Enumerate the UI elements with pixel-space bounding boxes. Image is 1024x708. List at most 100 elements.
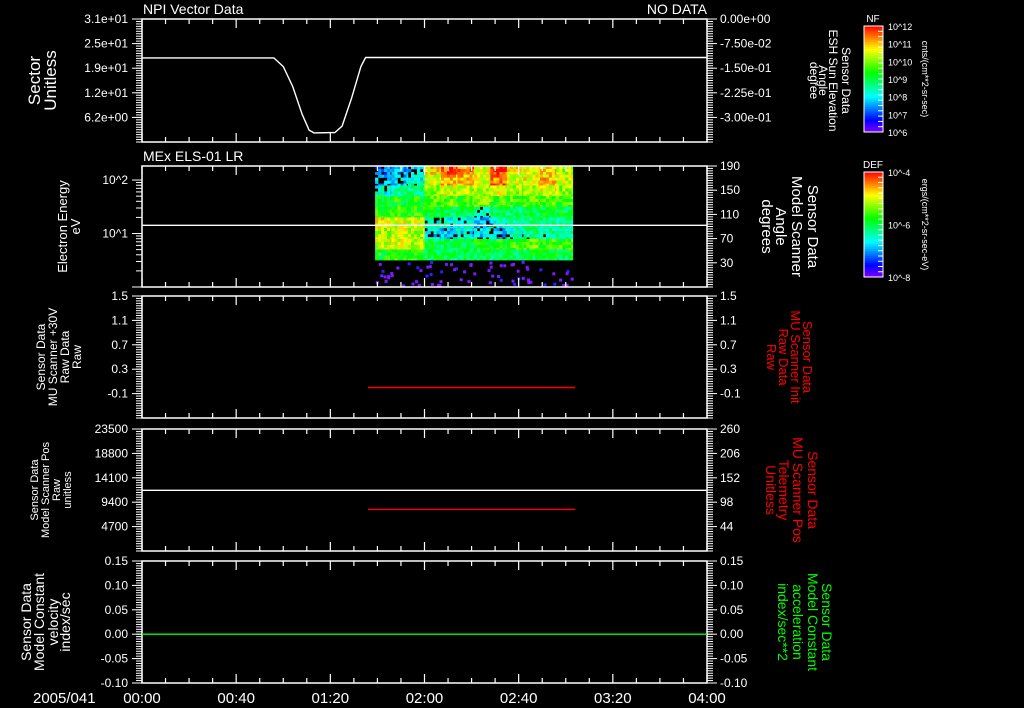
right-axis-tick-label: -7.50e-02 [720, 37, 772, 51]
spectrogram-cell [490, 249, 494, 253]
spectrogram-cell [496, 241, 500, 246]
spectrogram-cell [548, 244, 553, 249]
spectrogram-cell [490, 185, 494, 189]
spectrogram-cell [430, 209, 434, 214]
spectrogram-cell [466, 174, 470, 178]
spectrogram-cell [453, 217, 457, 221]
spectrogram-cell [506, 220, 511, 224]
spectrogram-cell [562, 241, 566, 246]
spectrogram-cell [515, 188, 520, 192]
spectrogram-cell [384, 231, 388, 235]
spectrogram-cell [562, 228, 566, 232]
spectrogram-cell [473, 191, 478, 195]
spectrogram-cell [444, 177, 448, 181]
spectrogram-cell [447, 185, 451, 189]
right-axis-label: Model Constant [805, 573, 821, 671]
spectrogram-cell [496, 199, 500, 203]
spectrogram-cell [441, 212, 445, 217]
spectrogram-cell [397, 185, 401, 189]
spectrogram-cell [535, 180, 539, 184]
spectrogram-cell [551, 185, 556, 189]
spectrogram-cell [479, 228, 484, 232]
spectrogram-cell [565, 234, 569, 238]
spectrogram-cell [457, 183, 461, 186]
spectrogram-cell [391, 241, 395, 246]
spectrogram-cell [545, 196, 550, 200]
spectrogram-cell [476, 180, 481, 184]
spectrogram-cell [453, 206, 457, 211]
spectrogram-cell [381, 206, 385, 211]
spectrogram-cell [565, 237, 569, 240]
spectrogram-cell [391, 185, 395, 189]
spectrogram-cell [444, 252, 448, 256]
spectrogram-cell [414, 217, 418, 221]
spectrogram-cell [469, 183, 473, 186]
spectrogram-cell [441, 205, 445, 207]
spectrogram-cell [387, 252, 391, 256]
spectrogram-cell [447, 199, 451, 203]
spectrogram-cell [485, 174, 490, 178]
spectrogram-cell [559, 252, 563, 256]
spectrogram-cell [485, 252, 490, 256]
spectrogram-cell [424, 206, 428, 211]
spectrogram-cell [463, 212, 467, 217]
spectrogram-cell [545, 234, 550, 238]
spectrogram-cell [493, 206, 497, 211]
spectrogram-cell [515, 252, 520, 256]
spectrogram-cell [518, 183, 523, 186]
left-axis-label: index/sec [57, 592, 73, 651]
spectrogram-cell [565, 196, 569, 200]
spectrogram-cell [403, 234, 407, 238]
spectrogram-cell [529, 196, 533, 200]
spectrogram-cell [403, 244, 407, 249]
spectrogram-cell [469, 206, 473, 211]
spectrogram-cell [457, 205, 461, 207]
spectrogram-cell [414, 228, 418, 232]
spectrogram-cell [400, 217, 404, 221]
right-axis-tick-label: 260 [720, 422, 740, 436]
spectrogram-cell [411, 249, 415, 253]
spectrogram-cell [559, 199, 563, 203]
spectrogram-cell [509, 238, 514, 243]
spectrogram-cell [466, 252, 470, 256]
spectrogram-cell [509, 244, 514, 249]
spectrogram-cell [424, 237, 428, 240]
spectrogram-cell [485, 255, 490, 259]
spectrogram-cell [539, 177, 544, 181]
spectrogram-cell [469, 226, 473, 229]
spectrogram-cell [375, 220, 379, 224]
spectrogram-cell [502, 199, 506, 203]
spectrogram-cell [482, 226, 487, 229]
spectrogram-cell [391, 191, 395, 195]
colorbar-tick-label: 10^12 [888, 22, 912, 32]
spectrogram-cell [509, 255, 514, 259]
spectrogram-cell [416, 266, 420, 270]
spectrogram-cell [476, 196, 481, 200]
spectrogram-cell [469, 255, 473, 259]
spectrogram-cell [523, 196, 527, 200]
spectrogram-cell [400, 234, 404, 238]
spectrogram-cell [381, 258, 385, 261]
spectrogram-cell [387, 238, 391, 243]
spectrogram-cell [433, 196, 437, 200]
spectrogram-cell [565, 217, 569, 221]
left-axis-tick-label: -0.10 [101, 676, 129, 690]
spectrogram-cell [453, 237, 457, 240]
spectrogram-cell [427, 202, 431, 206]
spectrogram-cell [526, 185, 530, 189]
spectrogram-cell [509, 249, 514, 253]
spectrogram-cell [473, 249, 478, 253]
spectrogram-cell [553, 282, 557, 286]
spectrogram-cell [391, 174, 395, 178]
spectrogram-cell [529, 206, 533, 211]
spectrogram-cell [529, 169, 533, 173]
spectrogram-cell [397, 191, 401, 195]
spectrogram-cell [499, 202, 503, 206]
spectrogram-cell [473, 185, 478, 189]
spectrogram-cell [509, 177, 514, 181]
spectrogram-cell [473, 252, 478, 256]
spectrogram-cell [378, 226, 382, 229]
spectrogram-cell [565, 185, 569, 189]
spectrogram-cell [559, 188, 563, 192]
spectrogram-cell [490, 234, 494, 238]
